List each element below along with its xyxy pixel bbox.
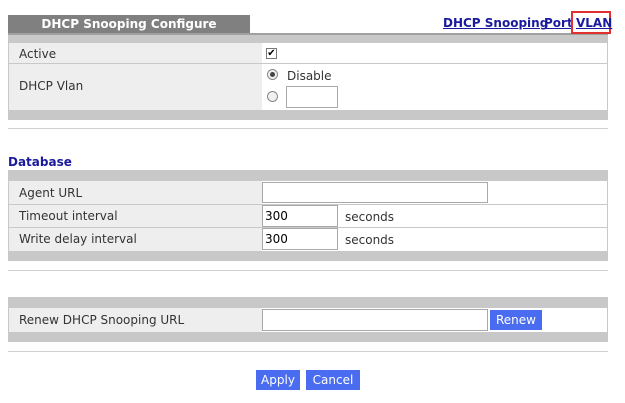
active-checkbox[interactable]: ✔ (266, 48, 277, 59)
port-link[interactable]: Port (544, 16, 573, 30)
database-top-bar (8, 170, 608, 181)
row-divider (8, 63, 608, 64)
separator (8, 128, 608, 129)
renew-top-bar (8, 297, 608, 308)
renew-url-input[interactable] (262, 309, 488, 331)
cancel-button[interactable]: Cancel (306, 370, 360, 390)
write-delay-unit: seconds (345, 233, 395, 247)
active-label: Active (19, 47, 57, 61)
separator (8, 270, 608, 271)
renew-button[interactable]: Renew (490, 310, 542, 330)
dhcp-snooping-link[interactable]: DHCP Snooping (443, 16, 548, 30)
separator (8, 351, 608, 352)
apply-button[interactable]: Apply (256, 370, 300, 390)
renew-url-label: Renew DHCP Snooping URL (19, 313, 185, 327)
write-delay-label: Write delay interval (19, 232, 137, 246)
config-bottom-bar (8, 110, 608, 120)
vlan-link[interactable]: VLAN (576, 16, 612, 30)
agent-url-input[interactable] (262, 182, 488, 203)
page-title: DHCP Snooping Configure (8, 15, 250, 33)
database-bottom-bar (8, 251, 608, 261)
renew-bottom-bar (8, 332, 608, 342)
timeout-unit: seconds (345, 210, 395, 224)
database-title: Database (8, 155, 72, 169)
disable-radio[interactable] (267, 69, 278, 80)
config-top-bar (8, 35, 608, 43)
vlan-id-input[interactable] (286, 86, 338, 108)
vlan-radio[interactable] (267, 91, 278, 102)
agent-url-label: Agent URL (19, 186, 83, 200)
dhcp-vlan-label: DHCP Vlan (19, 79, 84, 93)
timeout-interval-label: Timeout interval (19, 209, 118, 223)
disable-label: Disable (287, 69, 332, 83)
timeout-interval-input[interactable]: 300 (262, 205, 338, 227)
write-delay-input[interactable]: 300 (262, 228, 338, 250)
